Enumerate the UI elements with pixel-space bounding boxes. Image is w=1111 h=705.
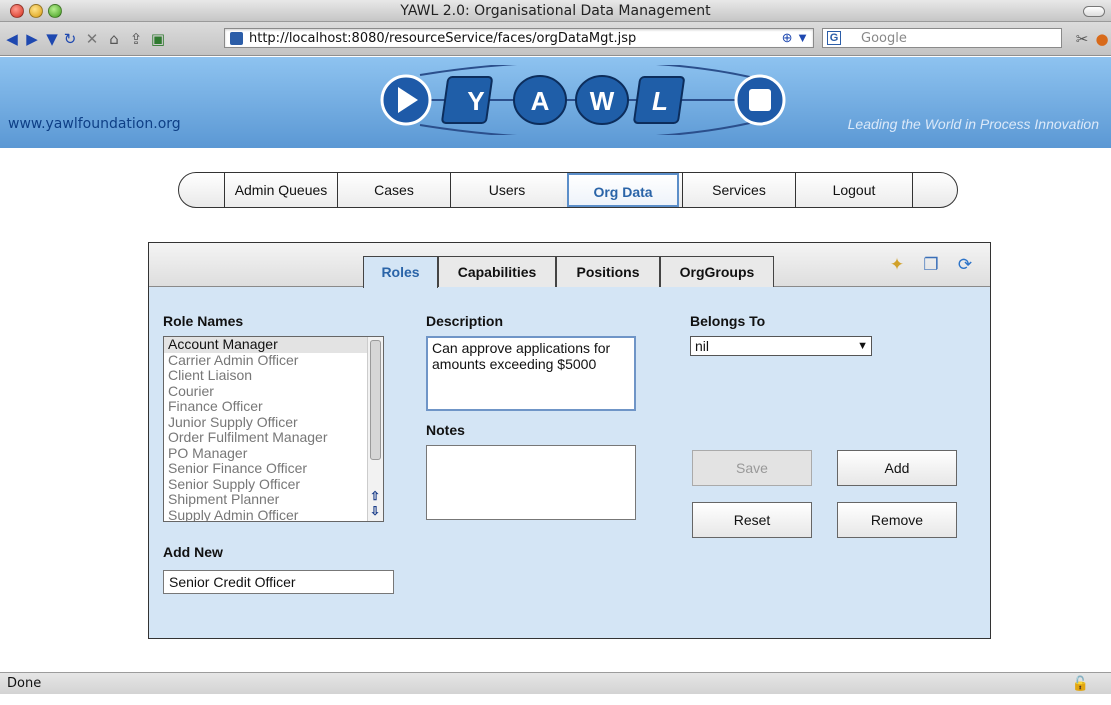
- menu-cases[interactable]: Cases: [337, 173, 450, 207]
- list-item[interactable]: Courier: [164, 383, 383, 400]
- list-item[interactable]: Supply Admin Officer: [164, 507, 383, 521]
- yawl-logo: Y A W L: [380, 65, 786, 135]
- browser-logo-icon: ●: [1095, 30, 1109, 48]
- address-bar[interactable]: http://localhost:8080/resourceService/fa…: [224, 28, 814, 48]
- reset-button[interactable]: Reset: [692, 502, 812, 538]
- tab-roles[interactable]: Roles: [363, 256, 438, 288]
- list-scrollbar[interactable]: ⇧ ⇩: [367, 337, 383, 521]
- list-item[interactable]: PO Manager: [164, 445, 383, 462]
- stop-icon[interactable]: ✕: [84, 31, 100, 47]
- search-engine-icon[interactable]: G: [827, 31, 841, 45]
- list-item[interactable]: Client Liaison: [164, 367, 383, 384]
- add-new-label: Add New: [163, 544, 223, 560]
- back-arrow-icon[interactable]: ◀: [4, 31, 20, 47]
- panel-header: Roles Capabilities Positions OrgGroups ✦…: [149, 243, 990, 288]
- belongs-to-value: nil: [695, 338, 710, 354]
- svg-text:W: W: [590, 86, 615, 116]
- list-item[interactable]: Finance Officer: [164, 398, 383, 415]
- search-box[interactable]: G Google: [822, 28, 1062, 48]
- bookmark-icon[interactable]: ▣: [150, 31, 166, 47]
- remove-button[interactable]: Remove: [837, 502, 957, 538]
- scroll-up-arrow-icon[interactable]: ⇧: [369, 489, 381, 503]
- menu-right-cap: [912, 173, 957, 207]
- description-textarea[interactable]: Can approve applications for amounts exc…: [426, 336, 636, 411]
- refresh-icon[interactable]: ⟳: [955, 255, 975, 275]
- chevron-down-icon: ▼: [857, 340, 868, 352]
- tab-capabilities[interactable]: Capabilities: [438, 256, 556, 287]
- list-item[interactable]: Carrier Admin Officer: [164, 352, 383, 369]
- add-new-input[interactable]: Senior Credit Officer: [163, 570, 394, 594]
- role-names-list[interactable]: Account Manager Carrier Admin Officer Cl…: [163, 336, 384, 522]
- role-names-label: Role Names: [163, 313, 244, 329]
- tab-positions[interactable]: Positions: [556, 256, 660, 287]
- history-dropdown-icon[interactable]: ▼: [44, 31, 60, 47]
- status-bar: Done 🔓: [0, 672, 1111, 694]
- title-bar: YAWL 2.0: Organisational Data Management: [0, 0, 1111, 22]
- menu-admin-queues[interactable]: Admin Queues: [224, 173, 337, 207]
- copy-icon[interactable]: ❐: [921, 255, 941, 275]
- notes-textarea[interactable]: [426, 445, 636, 520]
- scroll-thumb[interactable]: [370, 340, 381, 460]
- tagline: Leading the World in Process Innovation: [847, 116, 1099, 132]
- main-menu-bar: Admin Queues Cases Users Org Data Servic…: [178, 172, 958, 208]
- list-item[interactable]: Account Manager: [164, 337, 383, 353]
- svg-text:A: A: [531, 86, 550, 116]
- browser-toolbar: ◀ ▶ ▼ ↻ ✕ ⌂ ⇪ ▣ http://localhost:8080/re…: [0, 22, 1111, 56]
- menu-org-data[interactable]: Org Data: [567, 173, 679, 207]
- description-label: Description: [426, 313, 504, 329]
- reload-icon[interactable]: ↻: [62, 31, 78, 47]
- menu-logout[interactable]: Logout: [795, 173, 912, 207]
- forward-arrow-icon[interactable]: ▶: [24, 31, 40, 47]
- belongs-to-label: Belongs To: [690, 313, 766, 329]
- site-favicon-icon: [230, 32, 243, 45]
- add-button[interactable]: Add: [837, 450, 957, 486]
- svg-text:Y: Y: [467, 86, 484, 116]
- tools-icon[interactable]: ✂: [1074, 31, 1090, 47]
- list-item[interactable]: Senior Finance Officer: [164, 460, 383, 477]
- list-item[interactable]: Shipment Planner: [164, 491, 383, 508]
- status-text: Done: [7, 676, 42, 691]
- belongs-to-select[interactable]: nil ▼: [690, 336, 872, 356]
- save-button[interactable]: Save: [692, 450, 812, 486]
- toolbar-toggle-button[interactable]: [1083, 6, 1105, 17]
- menu-users[interactable]: Users: [450, 173, 563, 207]
- menu-services[interactable]: Services: [682, 173, 795, 207]
- notes-label: Notes: [426, 422, 465, 438]
- window-title: YAWL 2.0: Organisational Data Management: [400, 3, 711, 19]
- scroll-down-arrow-icon[interactable]: ⇩: [369, 504, 381, 518]
- lock-icon[interactable]: 🔓: [1072, 675, 1089, 692]
- import-icon[interactable]: ✦: [887, 255, 907, 275]
- url-text[interactable]: http://localhost:8080/resourceService/fa…: [249, 31, 636, 46]
- list-item[interactable]: Junior Supply Officer: [164, 414, 383, 431]
- tab-orggroups[interactable]: OrgGroups: [660, 256, 774, 287]
- list-item[interactable]: Order Fulfilment Manager: [164, 429, 383, 446]
- upload-icon[interactable]: ⇪: [128, 31, 144, 47]
- go-dropdown-icon[interactable]: ⊕ ▼: [782, 30, 809, 46]
- menu-left-cap: [179, 173, 224, 207]
- home-icon[interactable]: ⌂: [106, 31, 122, 47]
- browser-window: YAWL 2.0: Organisational Data Management…: [0, 0, 1111, 705]
- site-link[interactable]: www.yawlfoundation.org: [8, 116, 181, 132]
- list-item[interactable]: Senior Supply Officer: [164, 476, 383, 493]
- search-placeholder: Google: [861, 31, 907, 46]
- svg-text:L: L: [652, 86, 668, 116]
